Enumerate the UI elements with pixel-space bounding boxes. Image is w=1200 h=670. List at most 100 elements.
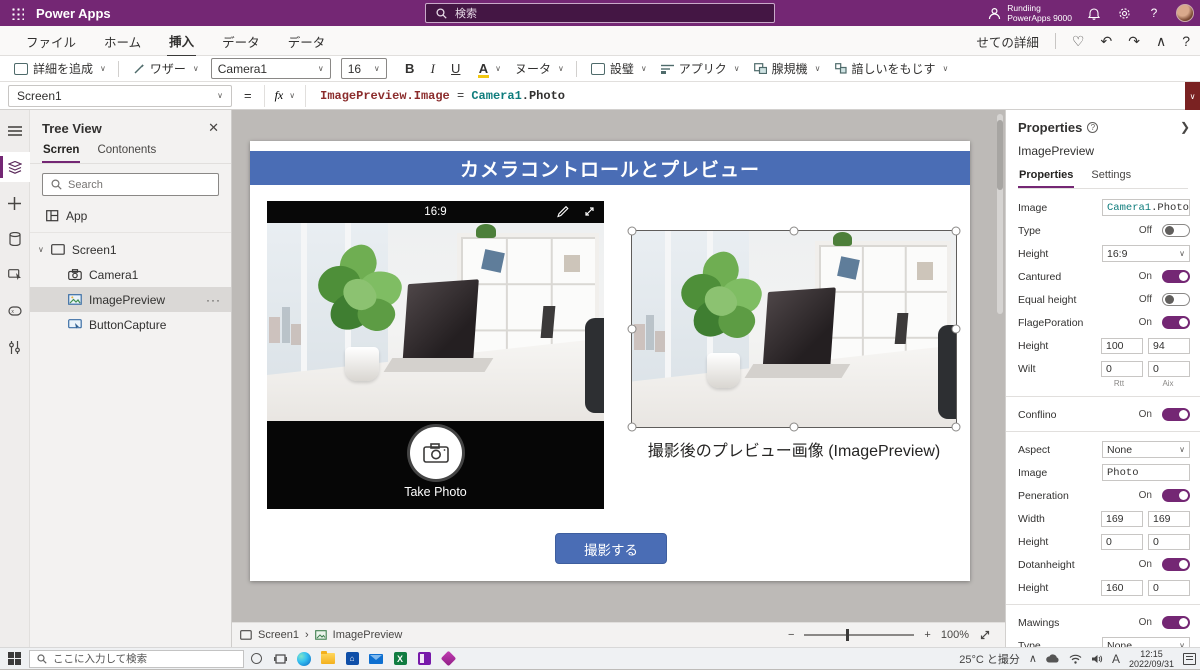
object-selector-dropdown[interactable]: Screen1∨ (8, 85, 232, 107)
tab-screens[interactable]: Scrren (42, 140, 80, 163)
selection-handle[interactable] (790, 423, 799, 432)
type-toggle[interactable] (1162, 224, 1190, 237)
wilt-input-1[interactable] (1101, 361, 1143, 377)
insert-control-button[interactable]: 詳細を追成∨ (14, 60, 106, 77)
redo-icon[interactable]: ↷ (1128, 33, 1140, 50)
rail-advanced-tools-icon[interactable]: x (0, 296, 30, 326)
width-input-2[interactable] (1148, 511, 1190, 527)
menu-data2[interactable]: データ (286, 26, 328, 56)
zoom-slider-thumb[interactable] (846, 629, 849, 641)
zoom-slider[interactable] (804, 634, 914, 636)
zoom-out-button[interactable]: − (788, 629, 794, 641)
waffle-menu-icon[interactable] (10, 6, 24, 20)
fit-to-window-icon[interactable] (979, 629, 991, 641)
excel-button[interactable]: X (388, 648, 412, 670)
menu-file[interactable]: ファイル (24, 26, 78, 56)
fx-property-dropdown[interactable]: fx∨ (264, 85, 307, 107)
image-input[interactable]: Photo (1102, 464, 1190, 481)
mail-button[interactable] (364, 648, 388, 670)
task-view-button[interactable] (268, 648, 292, 670)
breadcrumb-screen[interactable]: Screen1 (258, 629, 299, 641)
selection-handle[interactable] (952, 325, 961, 334)
font-size-dropdown[interactable]: 16∨ (341, 58, 387, 79)
help-button[interactable]: ? (1146, 5, 1162, 21)
undo-icon[interactable]: ↶ (1100, 33, 1112, 50)
selection-handle[interactable] (628, 227, 637, 236)
help-icon[interactable]: ? (1182, 33, 1190, 49)
aspect-dropdown[interactable]: None∨ (1102, 441, 1190, 458)
onenote-button[interactable] (412, 648, 436, 670)
height3-input-2[interactable] (1148, 580, 1190, 596)
height-input-1[interactable] (1101, 338, 1143, 354)
speaker-icon[interactable] (1091, 654, 1103, 664)
selection-handle[interactable] (952, 423, 961, 432)
menu-data1[interactable]: データ (220, 26, 262, 56)
height-dropdown[interactable]: 16:9∨ (1102, 245, 1190, 262)
tree-item-imagepreview[interactable]: ImagePreview ··· (30, 287, 231, 312)
power-apps-button[interactable] (436, 648, 460, 670)
peneration-toggle[interactable] (1162, 489, 1190, 502)
new-control-button[interactable]: 諳しいをもじす∨ (835, 60, 949, 77)
pencil-icon[interactable] (556, 205, 569, 218)
panel-collapse-chevron-icon[interactable]: ❯ (1180, 120, 1190, 134)
taskbar-search-input[interactable]: ここに入力して検索 (29, 650, 244, 668)
settings-tool-button[interactable]: 設璧∨ (591, 60, 647, 77)
screen-title-banner[interactable]: カメラコントロールとプレビュー (250, 151, 970, 185)
rail-hamburger-icon[interactable] (0, 116, 30, 146)
rail-media-icon[interactable] (0, 260, 30, 290)
all-details-label[interactable]: せての詳細 (976, 32, 1039, 51)
share-tool-button[interactable]: 腺規機∨ (754, 60, 821, 77)
hidden-icons-chevron[interactable]: ∧ (1029, 652, 1037, 665)
capture-button-control[interactable]: 撮影する (555, 533, 667, 564)
wizard-button[interactable]: ワザー∨ (133, 60, 199, 77)
cortana-button[interactable] (244, 648, 268, 670)
height-input-2[interactable] (1148, 338, 1190, 354)
tab-properties[interactable]: Properties (1018, 166, 1074, 188)
mawings-toggle[interactable] (1162, 616, 1190, 629)
theme-button[interactable]: ヌータ∨ (515, 60, 564, 77)
italic-button[interactable]: I (424, 61, 442, 77)
height2-input-1[interactable] (1101, 534, 1143, 550)
notifications-button[interactable] (1086, 5, 1102, 21)
file-explorer-button[interactable] (316, 648, 340, 670)
dotanheight-toggle[interactable] (1162, 558, 1190, 571)
selection-handle[interactable] (790, 227, 799, 236)
user-avatar[interactable] (1176, 4, 1194, 22)
cantured-toggle[interactable] (1162, 270, 1190, 283)
apps-tool-button[interactable]: アプリク∨ (661, 60, 740, 77)
rail-insert-icon[interactable] (0, 188, 30, 218)
take-photo-button[interactable] (410, 427, 462, 479)
tab-components[interactable]: Contonents (96, 140, 157, 163)
ime-mode-label[interactable]: A (1112, 652, 1120, 666)
selection-handle[interactable] (628, 423, 637, 432)
clock[interactable]: 12:15 2022/09/31 (1129, 649, 1174, 669)
onedrive-cloud-icon[interactable] (1046, 654, 1060, 663)
start-button[interactable] (8, 652, 21, 665)
wifi-icon[interactable] (1069, 654, 1082, 664)
type-dropdown[interactable]: None∨ (1102, 637, 1190, 647)
equal-height-toggle[interactable] (1162, 293, 1190, 306)
image-formula-input[interactable]: Camera1.Photo (1102, 199, 1190, 216)
expand-icon[interactable] (583, 205, 596, 218)
height2-input-2[interactable] (1148, 534, 1190, 550)
selection-handle[interactable] (952, 227, 961, 236)
font-color-button[interactable]: A∨ (479, 61, 501, 76)
breadcrumb-control[interactable]: ImagePreview (333, 629, 403, 641)
formula-bar-expand-button[interactable]: ∨ (1185, 82, 1200, 110)
rail-settings-sliders-icon[interactable] (0, 332, 30, 362)
width-input-1[interactable] (1101, 511, 1143, 527)
tree-item-app[interactable]: App (30, 203, 231, 228)
feedback-heart-icon[interactable]: ♡ (1072, 33, 1085, 50)
tree-item-camera1[interactable]: Camera1 (30, 262, 231, 287)
image-preview-control[interactable] (632, 231, 956, 427)
conflino-toggle[interactable] (1162, 408, 1190, 421)
rail-tree-view-icon[interactable] (0, 152, 30, 182)
underline-button[interactable]: U (447, 61, 465, 76)
weather-label[interactable]: 25°C と撮分 (959, 651, 1020, 667)
collapse-ribbon-icon[interactable]: ∧ (1156, 33, 1166, 50)
environment-switcher[interactable]: Rundiing PowerApps 9000 (988, 3, 1072, 23)
action-center-icon[interactable] (1183, 653, 1196, 665)
info-icon[interactable]: ? (1087, 122, 1098, 133)
formula-input[interactable]: ImagePreview.Image = Camera1.Photo (320, 89, 565, 103)
rail-data-icon[interactable] (0, 224, 30, 254)
